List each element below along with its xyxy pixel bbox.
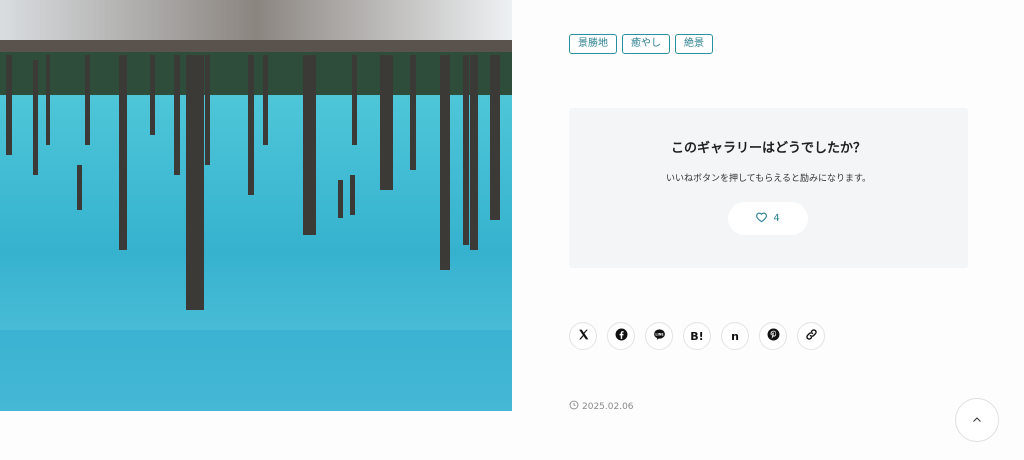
hatena-bookmark-icon: B! [690, 329, 704, 343]
post-date: 2025.02.06 [569, 400, 634, 413]
like-count: 4 [773, 213, 780, 224]
feedback-title: このギャラリーはどうでしたか？ [670, 141, 866, 156]
share-facebook-button[interactable] [607, 322, 635, 350]
back-to-top-button[interactable] [955, 398, 999, 442]
post-date-text: 2025.02.06 [582, 401, 634, 412]
tag-healing[interactable]: 癒やし [622, 34, 670, 54]
heart-icon [756, 212, 768, 226]
share-note-button[interactable]: n [721, 322, 749, 350]
like-button[interactable]: 4 [728, 202, 808, 235]
chevron-up-icon [971, 411, 983, 430]
copy-link-button[interactable] [797, 322, 825, 350]
tag-list: 景勝地 癒やし 絶景 [569, 34, 713, 54]
share-pinterest-button[interactable] [759, 322, 787, 350]
share-buttons: LINE B! n [569, 322, 825, 350]
link-icon [805, 328, 818, 344]
facebook-icon [615, 328, 628, 344]
line-icon: LINE [653, 328, 666, 344]
feedback-subtitle: いいねボタンを押してもらえると励みになります。 [665, 174, 872, 184]
blue-pond-photo [0, 0, 512, 411]
feedback-card: このギャラリーはどうでしたか？ いいねボタンを押してもらえると励みになります。 … [569, 108, 968, 268]
tag-scenic[interactable]: 景勝地 [569, 34, 617, 54]
pinterest-icon [767, 328, 780, 344]
share-hatena-button[interactable]: B! [683, 322, 711, 350]
share-x-button[interactable] [569, 322, 597, 350]
note-icon: n [731, 329, 739, 343]
tag-superb-view[interactable]: 絶景 [675, 34, 713, 54]
svg-text:LINE: LINE [655, 332, 663, 336]
gallery-photo [0, 0, 512, 411]
clock-icon [569, 400, 579, 413]
share-line-button[interactable]: LINE [645, 322, 673, 350]
x-logo-icon [577, 328, 590, 344]
